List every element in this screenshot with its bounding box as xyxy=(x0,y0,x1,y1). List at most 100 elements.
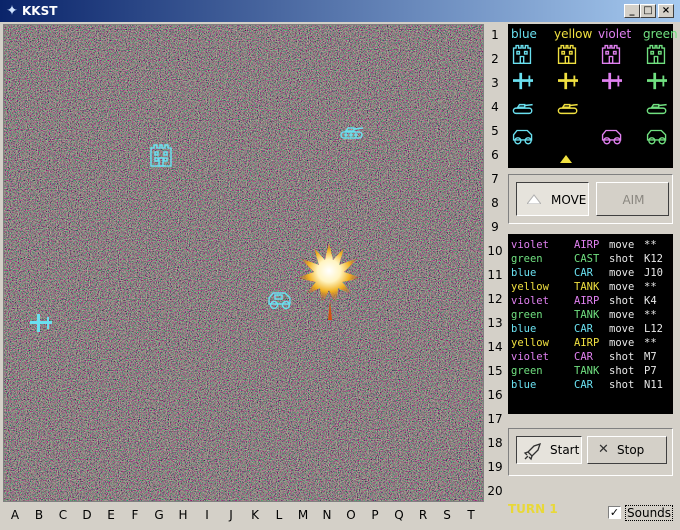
column-letter: M xyxy=(297,508,309,522)
car-icon xyxy=(512,129,533,145)
log-player: violet xyxy=(511,351,549,363)
log-row: green CAST shot K12 xyxy=(511,252,671,266)
column-letter: C xyxy=(58,508,68,522)
log-player: green xyxy=(511,309,543,321)
log-player: blue xyxy=(511,379,537,391)
log-action: move xyxy=(609,281,635,293)
column-letter: K xyxy=(251,508,259,522)
log-target: J10 xyxy=(644,267,663,279)
log-action: shot xyxy=(609,379,635,391)
log-row: blue CAR shot N11 xyxy=(511,378,671,392)
column-letter: I xyxy=(205,508,209,522)
log-unit: CAR xyxy=(574,267,593,279)
column-letter: L xyxy=(275,508,283,522)
window-title: KKST xyxy=(22,4,58,18)
selected-player-triangle-icon xyxy=(560,155,572,163)
castle-icon[interactable] xyxy=(148,142,174,168)
maximize-button[interactable]: □ xyxy=(640,4,656,18)
log-unit: CAST xyxy=(574,253,600,265)
row-number: 10 xyxy=(487,244,503,258)
log-target: P7 xyxy=(644,365,657,377)
log-action: move xyxy=(609,337,635,349)
stop-button[interactable]: ✕ Stop xyxy=(587,436,667,464)
car-icon xyxy=(601,129,622,145)
log-row: violet AIRP move ** xyxy=(511,238,671,252)
column-letter: G xyxy=(154,508,164,522)
column-letter: B xyxy=(34,508,44,522)
log-unit: CAR xyxy=(574,323,593,335)
airplane-icon xyxy=(647,72,667,90)
column-letter: F xyxy=(131,508,139,522)
column-letter: H xyxy=(178,508,188,522)
column-letter: A xyxy=(10,508,20,522)
log-player: violet xyxy=(511,239,549,251)
log-unit: TANK xyxy=(574,309,600,321)
log-row: blue CAR move J10 xyxy=(511,266,671,280)
log-player: blue xyxy=(511,323,537,335)
column-letter: O xyxy=(346,508,356,522)
log-row: green TANK shot P7 xyxy=(511,364,671,378)
airplane-icon xyxy=(602,72,622,90)
sounds-checkbox[interactable]: ✓ xyxy=(608,506,621,519)
log-player: violet xyxy=(511,295,549,307)
column-letter: D xyxy=(82,508,92,522)
column-letter: P xyxy=(371,508,379,522)
log-action: move xyxy=(609,323,635,335)
game-control-panel: Start ✕ Stop xyxy=(508,428,673,476)
car-icon xyxy=(646,129,667,145)
log-action: move xyxy=(609,267,635,279)
aim-button[interactable]: AIM xyxy=(596,182,669,216)
row-number: 8 xyxy=(491,196,499,210)
column-letter: T xyxy=(467,508,475,522)
action-panel: MOVE AIM xyxy=(508,174,673,224)
move-button[interactable]: MOVE xyxy=(516,182,589,216)
legend-label-blue: blue xyxy=(511,27,537,41)
airplane-icon xyxy=(558,72,578,90)
log-unit: TANK xyxy=(574,365,600,377)
row-number: 9 xyxy=(491,220,499,234)
tank-icon[interactable] xyxy=(339,125,365,141)
log-target: K12 xyxy=(644,253,663,265)
log-target: K4 xyxy=(644,295,657,307)
turn-indicator: TURN 1 xyxy=(508,502,558,516)
castle-icon xyxy=(601,44,621,64)
battlefield-map[interactable] xyxy=(3,24,484,502)
row-number: 20 xyxy=(487,484,503,498)
close-button[interactable]: × xyxy=(658,4,674,18)
airplane-icon xyxy=(513,72,533,90)
row-number: 15 xyxy=(487,364,503,378)
log-unit: CAR xyxy=(574,379,593,391)
column-letter: S xyxy=(443,508,451,522)
legend-label-yellow: yellow xyxy=(554,27,593,41)
stop-x-icon: ✕ xyxy=(598,442,609,457)
row-number: 16 xyxy=(487,388,503,402)
start-button[interactable]: Start xyxy=(516,436,582,464)
log-action: shot xyxy=(609,351,635,363)
log-target: ** xyxy=(644,239,657,251)
move-button-label: MOVE xyxy=(551,193,587,207)
arrow-up-icon xyxy=(527,194,541,204)
sounds-label: Sounds xyxy=(625,505,674,521)
row-number: 19 xyxy=(487,460,503,474)
title-bar: ✦ KKST _ □ × xyxy=(0,0,680,22)
row-number: 5 xyxy=(491,124,499,138)
log-action: move xyxy=(609,239,635,251)
log-unit: TANK xyxy=(574,281,600,293)
column-letter: Q xyxy=(394,508,404,522)
airplane-icon[interactable] xyxy=(28,312,54,334)
row-number: 4 xyxy=(491,100,499,114)
row-number: 1 xyxy=(491,28,499,42)
log-row: green TANK move ** xyxy=(511,308,671,322)
car-icon[interactable] xyxy=(266,289,294,311)
log-target: L12 xyxy=(644,323,663,335)
terrain-texture xyxy=(4,25,483,501)
player-legend: blue yellow violet green xyxy=(508,24,678,168)
minimize-button[interactable]: _ xyxy=(624,4,640,18)
log-unit: AIRP xyxy=(574,295,600,307)
log-action: shot xyxy=(609,253,635,265)
log-row: blue CAR move L12 xyxy=(511,322,671,336)
tank-icon xyxy=(557,103,578,115)
log-player: yellow xyxy=(511,337,549,349)
row-number: 17 xyxy=(487,412,503,426)
column-letters: A B C D E F G H I J K L M N O P Q R S T xyxy=(3,504,484,526)
